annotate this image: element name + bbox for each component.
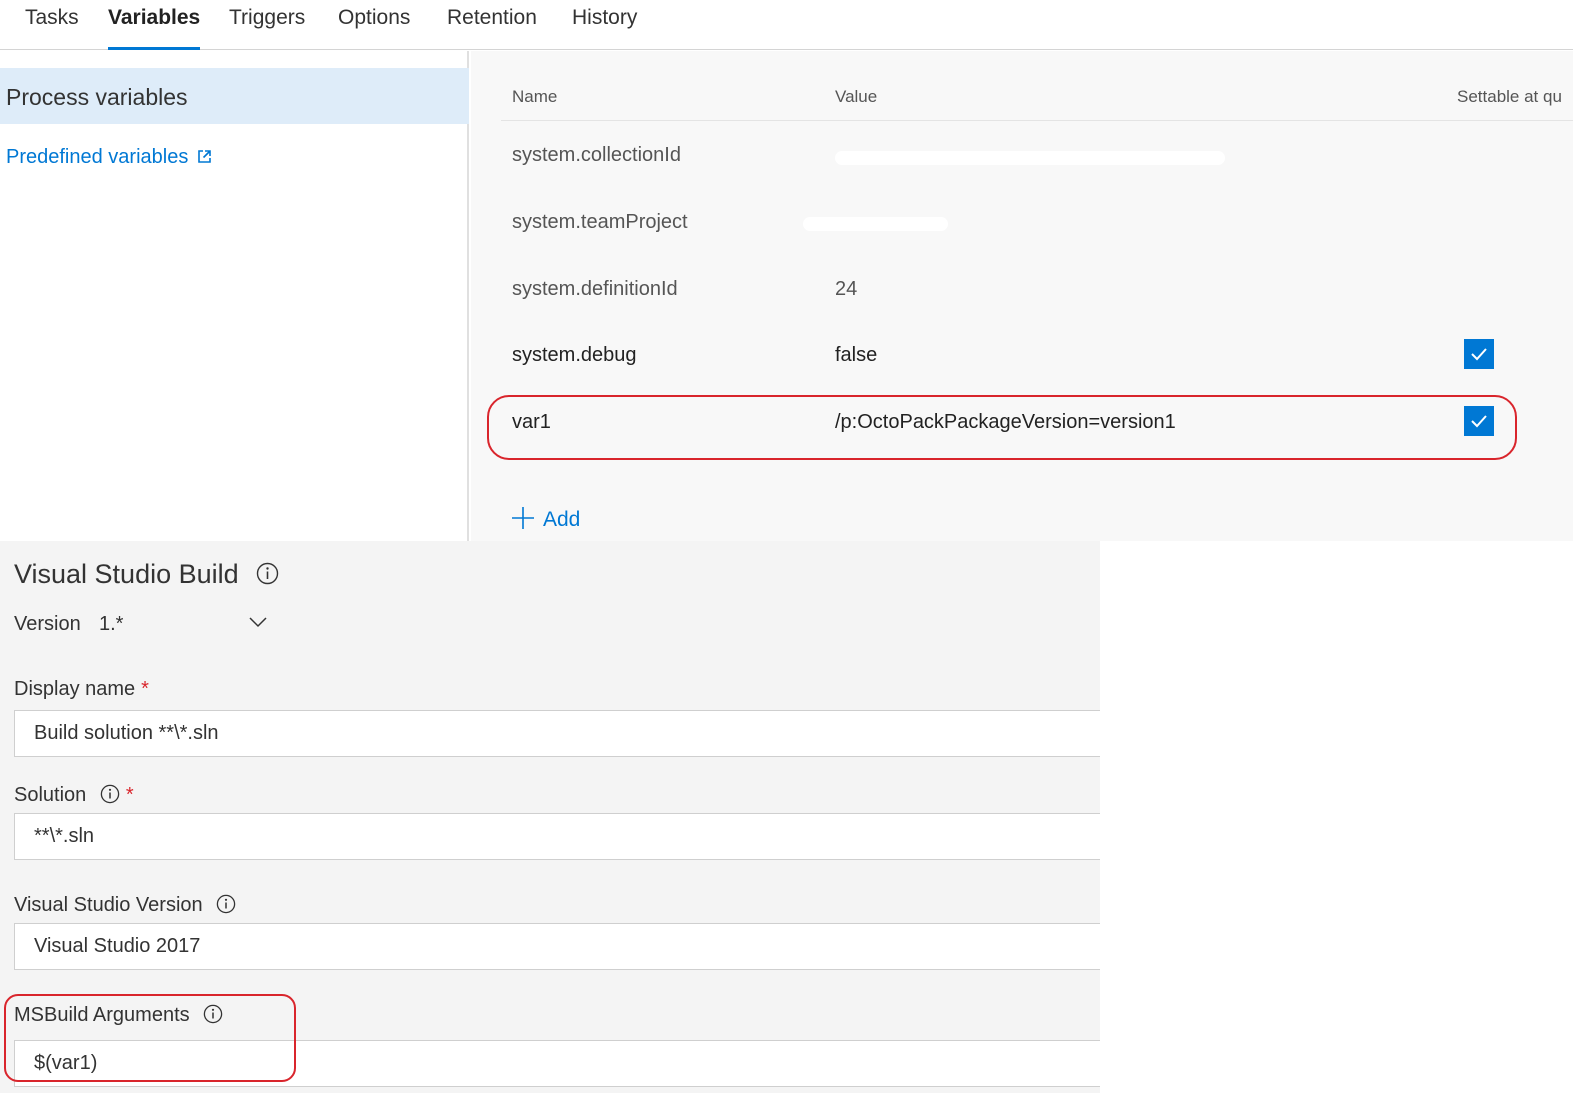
plus-icon	[511, 506, 535, 530]
display-name-label: Display name *	[14, 678, 149, 701]
tab-options[interactable]: Options	[338, 6, 410, 50]
solution-label-text: Solution	[14, 784, 87, 806]
variables-sidebar: Process variables Predefined variables	[0, 51, 469, 541]
tab-retention[interactable]: Retention	[447, 6, 537, 50]
add-variable-button[interactable]: Add	[511, 502, 580, 532]
display-name-field[interactable]: Build solution **\*.sln	[14, 710, 1100, 757]
solution-label: Solution *	[14, 781, 134, 807]
variables-grid: Name Value Settable at qu system.collect…	[471, 51, 1573, 541]
vs-version-select[interactable]: Visual Studio 2017	[14, 923, 1100, 970]
tab-variables[interactable]: Variables	[108, 6, 201, 50]
variable-name[interactable]: var1	[512, 411, 551, 434]
variable-value[interactable]: false	[835, 344, 877, 367]
info-icon[interactable]	[203, 1004, 223, 1030]
checkmark-icon	[1471, 348, 1487, 361]
redacted-value	[803, 217, 948, 231]
settable-checkbox[interactable]	[1464, 406, 1494, 436]
chevron-down-icon[interactable]	[246, 613, 270, 633]
variable-name[interactable]: system.teamProject	[512, 211, 688, 234]
table-row: system.debug false	[501, 339, 1573, 384]
sidebar-item-process-variables[interactable]: Process variables	[0, 68, 469, 124]
info-icon[interactable]	[100, 784, 120, 810]
required-marker: *	[125, 784, 134, 806]
predefined-variables-link[interactable]: Predefined variables	[6, 146, 211, 169]
variable-name[interactable]: system.definitionId	[512, 278, 678, 301]
variable-name[interactable]: system.collectionId	[512, 144, 681, 167]
info-icon[interactable]	[216, 894, 236, 920]
msbuild-arguments-label: MSBuild Arguments	[14, 1001, 223, 1027]
grid-header: Name Value Settable at qu	[501, 85, 1573, 121]
variable-value[interactable]: /p:OctoPackPackageVersion=version1	[835, 411, 1176, 434]
tab-tasks[interactable]: Tasks	[25, 6, 79, 50]
column-header-settable: Settable at qu	[1457, 87, 1562, 106]
column-header-name: Name	[512, 87, 558, 106]
vs-version-label-text: Visual Studio Version	[14, 894, 203, 916]
settable-checkbox[interactable]	[1464, 339, 1494, 369]
predefined-variables-label: Predefined variables	[6, 146, 189, 168]
version-label: Version	[14, 613, 81, 635]
variable-value[interactable]: 24	[835, 278, 857, 301]
task-title-text: Visual Studio Build	[14, 559, 239, 589]
version-select-value[interactable]: 1.*	[99, 613, 123, 636]
task-title: Visual Studio Build	[14, 559, 279, 590]
info-icon[interactable]	[256, 561, 279, 592]
tab-history[interactable]: History	[572, 6, 637, 50]
task-settings-panel: Visual Studio Build Version 1.* Display …	[0, 541, 1100, 1093]
table-row: system.collectionId	[501, 144, 1573, 184]
msbuild-arguments-field[interactable]: $(var1)	[14, 1040, 1100, 1087]
variable-name[interactable]: system.debug	[512, 344, 637, 367]
redacted-value	[835, 151, 1225, 165]
tab-bar: Tasks Variables Triggers Options Retenti…	[0, 0, 1573, 50]
checkmark-icon	[1471, 415, 1487, 428]
add-label: Add	[543, 508, 581, 531]
table-row: system.teamProject	[501, 211, 1573, 251]
msbuild-arguments-label-text: MSBuild Arguments	[14, 1004, 190, 1026]
table-row: system.definitionId 24	[501, 278, 1573, 318]
display-name-label-text: Display name	[14, 678, 136, 700]
vs-version-label: Visual Studio Version	[14, 891, 236, 917]
required-marker: *	[141, 678, 149, 700]
solution-field[interactable]: **\*.sln	[14, 813, 1100, 860]
tab-triggers[interactable]: Triggers	[229, 6, 305, 50]
column-header-value: Value	[835, 87, 878, 106]
table-row: var1 /p:OctoPackPackageVersion=version1	[501, 406, 1573, 451]
external-link-icon	[198, 146, 211, 163]
